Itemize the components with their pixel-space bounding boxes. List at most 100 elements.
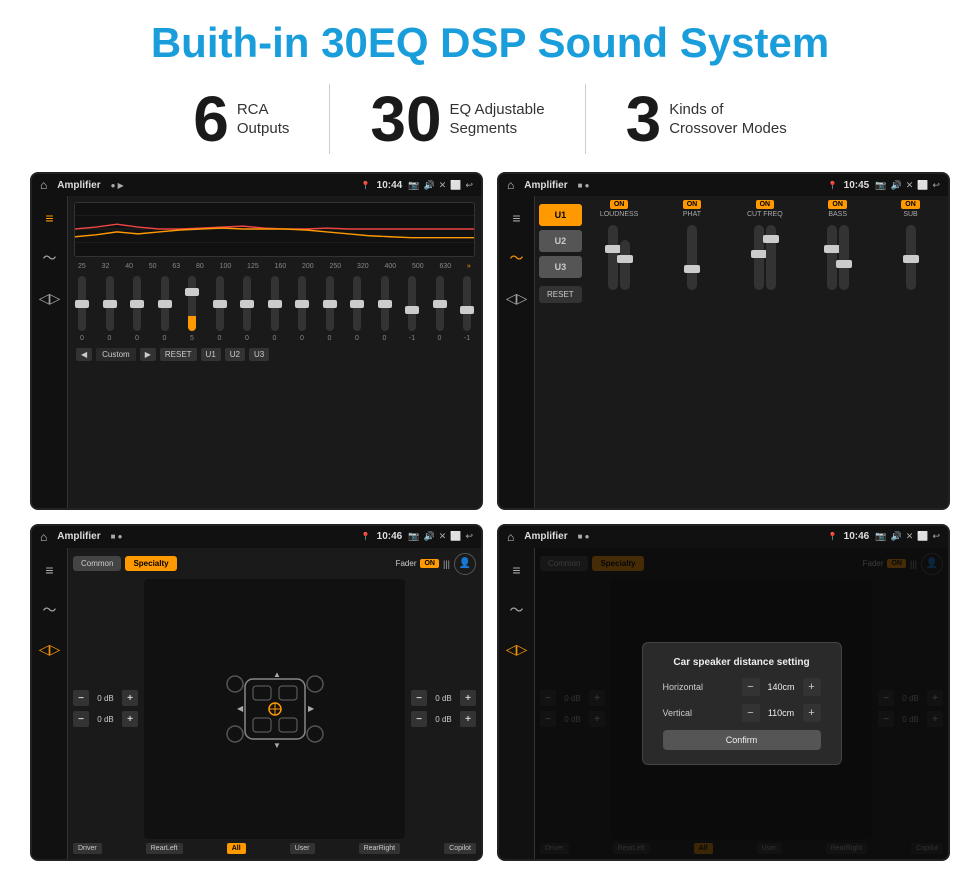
- fader-on-btn[interactable]: ON: [420, 559, 439, 568]
- status-icons-3: 📷🔊✕⬜↩: [408, 531, 473, 542]
- eq-slider-12[interactable]: -1: [408, 274, 416, 344]
- right-vol1-minus[interactable]: −: [411, 690, 427, 706]
- sidebar-speaker-btn[interactable]: ◁▷: [36, 284, 64, 312]
- sidebar-wave-btn[interactable]: 〜: [36, 244, 64, 272]
- eq-slider-0[interactable]: 0: [78, 274, 86, 344]
- eq-freq-labels: 25 32 40 50 63 80 100 125 160 200 250 32…: [74, 263, 475, 270]
- left-vol2-plus[interactable]: +: [122, 711, 138, 727]
- sidebar-speaker-btn3[interactable]: ◁▷: [36, 636, 64, 664]
- eq-slider-4[interactable]: 5: [188, 274, 196, 344]
- eq-slider-3[interactable]: 0: [161, 274, 169, 344]
- home-icon-4[interactable]: ⌂: [507, 530, 514, 544]
- left-vol-controls: − 0 dB + − 0 dB +: [73, 579, 138, 839]
- eq-graph: [74, 202, 475, 257]
- eq-slider-6[interactable]: 0: [243, 274, 251, 344]
- vertical-plus-btn[interactable]: +: [803, 704, 821, 722]
- eq-slider-9[interactable]: 0: [326, 274, 334, 344]
- phat-track1[interactable]: [687, 225, 697, 290]
- sidebar-eq-btn2[interactable]: ≡: [503, 204, 531, 232]
- eq-u2-btn[interactable]: U2: [225, 348, 245, 361]
- bass-track2[interactable]: [839, 225, 849, 290]
- cutfreq-on-btn[interactable]: ON: [756, 200, 775, 209]
- preset-u3[interactable]: U3: [539, 256, 582, 278]
- screen3-tabs: Common Specialty Fader ON ||| 👤: [73, 553, 476, 575]
- horizontal-minus-btn[interactable]: −: [742, 678, 760, 696]
- left-vol1-value: 0 dB: [93, 694, 118, 703]
- horizontal-stepper: − 140cm +: [742, 678, 821, 696]
- eq-play-btn[interactable]: ▶: [140, 348, 156, 361]
- left-vol1-minus[interactable]: −: [73, 690, 89, 706]
- car-diagram: ▲ ▼ ◀ ▶: [144, 579, 405, 839]
- home-icon-1[interactable]: ⌂: [40, 178, 47, 192]
- right-vol2-plus[interactable]: +: [460, 711, 476, 727]
- loudness-on-btn[interactable]: ON: [610, 200, 629, 209]
- phat-on-btn[interactable]: ON: [683, 200, 702, 209]
- bass-label: BASS: [828, 211, 847, 218]
- preset-u2[interactable]: U2: [539, 230, 582, 252]
- eq-slider-5[interactable]: 0: [216, 274, 224, 344]
- right-vol1-plus[interactable]: +: [460, 690, 476, 706]
- label-all[interactable]: All: [227, 843, 246, 854]
- eq-reset-btn[interactable]: RESET: [160, 348, 197, 361]
- left-vol2-value: 0 dB: [93, 715, 118, 724]
- eq-u3-btn[interactable]: U3: [249, 348, 269, 361]
- vertical-minus-btn[interactable]: −: [742, 704, 760, 722]
- eq-slider-14[interactable]: -1: [463, 274, 471, 344]
- preset-u1[interactable]: U1: [539, 204, 582, 226]
- bottom-labels-row: Driver RearLeft All User RearRight Copil…: [73, 843, 476, 854]
- sub-on-btn[interactable]: ON: [901, 200, 920, 209]
- sidebar-speaker-btn2[interactable]: ◁▷: [503, 284, 531, 312]
- location-icon-4: 📍: [828, 532, 838, 541]
- bass-on-btn[interactable]: ON: [828, 200, 847, 209]
- sidebar-wave-btn4[interactable]: 〜: [503, 596, 531, 624]
- eq-slider-10[interactable]: 0: [353, 274, 361, 344]
- status-bar-4: ⌂ Amplifier ■ ● 📍 10:46 📷🔊✕⬜↩: [499, 526, 948, 548]
- home-icon-3[interactable]: ⌂: [40, 530, 47, 544]
- vertical-stepper: − 110cm +: [742, 704, 821, 722]
- screen1-content: ≡ 〜 ◁▷: [32, 196, 481, 507]
- label-user[interactable]: User: [290, 843, 315, 854]
- eq-slider-7[interactable]: 0: [271, 274, 279, 344]
- screen4-content: ≡ 〜 ◁▷ Common Specialty Fader ON ||| 👤: [499, 548, 948, 859]
- stat-crossover: 3 Kinds of Crossover Modes: [586, 87, 827, 151]
- tab-common[interactable]: Common: [73, 556, 121, 571]
- right-vol2-minus[interactable]: −: [411, 711, 427, 727]
- eq-slider-2[interactable]: 0: [133, 274, 141, 344]
- bass-sliders: [827, 222, 849, 292]
- eq-slider-13[interactable]: 0: [436, 274, 444, 344]
- sidebar-eq-btn[interactable]: ≡: [36, 204, 64, 232]
- confirm-button[interactable]: Confirm: [663, 730, 821, 750]
- home-icon-2[interactable]: ⌂: [507, 178, 514, 192]
- eq-prev-btn[interactable]: ◀: [76, 348, 92, 361]
- distance-dialog: Car speaker distance setting Horizontal …: [642, 642, 842, 765]
- left-vol1-plus[interactable]: +: [122, 690, 138, 706]
- loudness-track2[interactable]: [620, 240, 630, 290]
- play-icons-1: ● ▶: [111, 181, 124, 190]
- sidebar-wave-btn3[interactable]: 〜: [36, 596, 64, 624]
- sidebar-eq-btn4[interactable]: ≡: [503, 556, 531, 584]
- eq-u1-btn[interactable]: U1: [201, 348, 221, 361]
- cutfreq-label: CUT FREQ: [747, 211, 783, 218]
- left-vol2-minus[interactable]: −: [73, 711, 89, 727]
- label-copilot[interactable]: Copilot: [444, 843, 476, 854]
- sidebar-eq-btn3[interactable]: ≡: [36, 556, 64, 584]
- tab-specialty[interactable]: Specialty: [125, 556, 176, 571]
- crossover-reset-btn[interactable]: RESET: [539, 286, 582, 303]
- label-rearright[interactable]: RearRight: [359, 843, 401, 854]
- eq-slider-1[interactable]: 0: [106, 274, 114, 344]
- cutfreq-track2[interactable]: [766, 225, 776, 290]
- label-driver[interactable]: Driver: [73, 843, 102, 854]
- right-vol1-value: 0 dB: [431, 694, 456, 703]
- label-rearleft[interactable]: RearLeft: [146, 843, 183, 854]
- sub-track1[interactable]: [906, 225, 916, 290]
- eq-slider-11[interactable]: 0: [381, 274, 389, 344]
- status-icons-1: 📷🔊✕⬜↩: [408, 180, 473, 191]
- crossover-channels: ON LOUDNESS ON PHAT: [586, 200, 944, 503]
- sidebar-speaker-btn4[interactable]: ◁▷: [503, 636, 531, 664]
- bass-track1[interactable]: [827, 225, 837, 290]
- eq-slider-8[interactable]: 0: [298, 274, 306, 344]
- horizontal-plus-btn[interactable]: +: [803, 678, 821, 696]
- stat-label-rca: RCA Outputs: [237, 100, 290, 139]
- fader-user-icon[interactable]: 👤: [454, 553, 476, 575]
- sidebar-wave-btn2[interactable]: 〜: [503, 244, 531, 272]
